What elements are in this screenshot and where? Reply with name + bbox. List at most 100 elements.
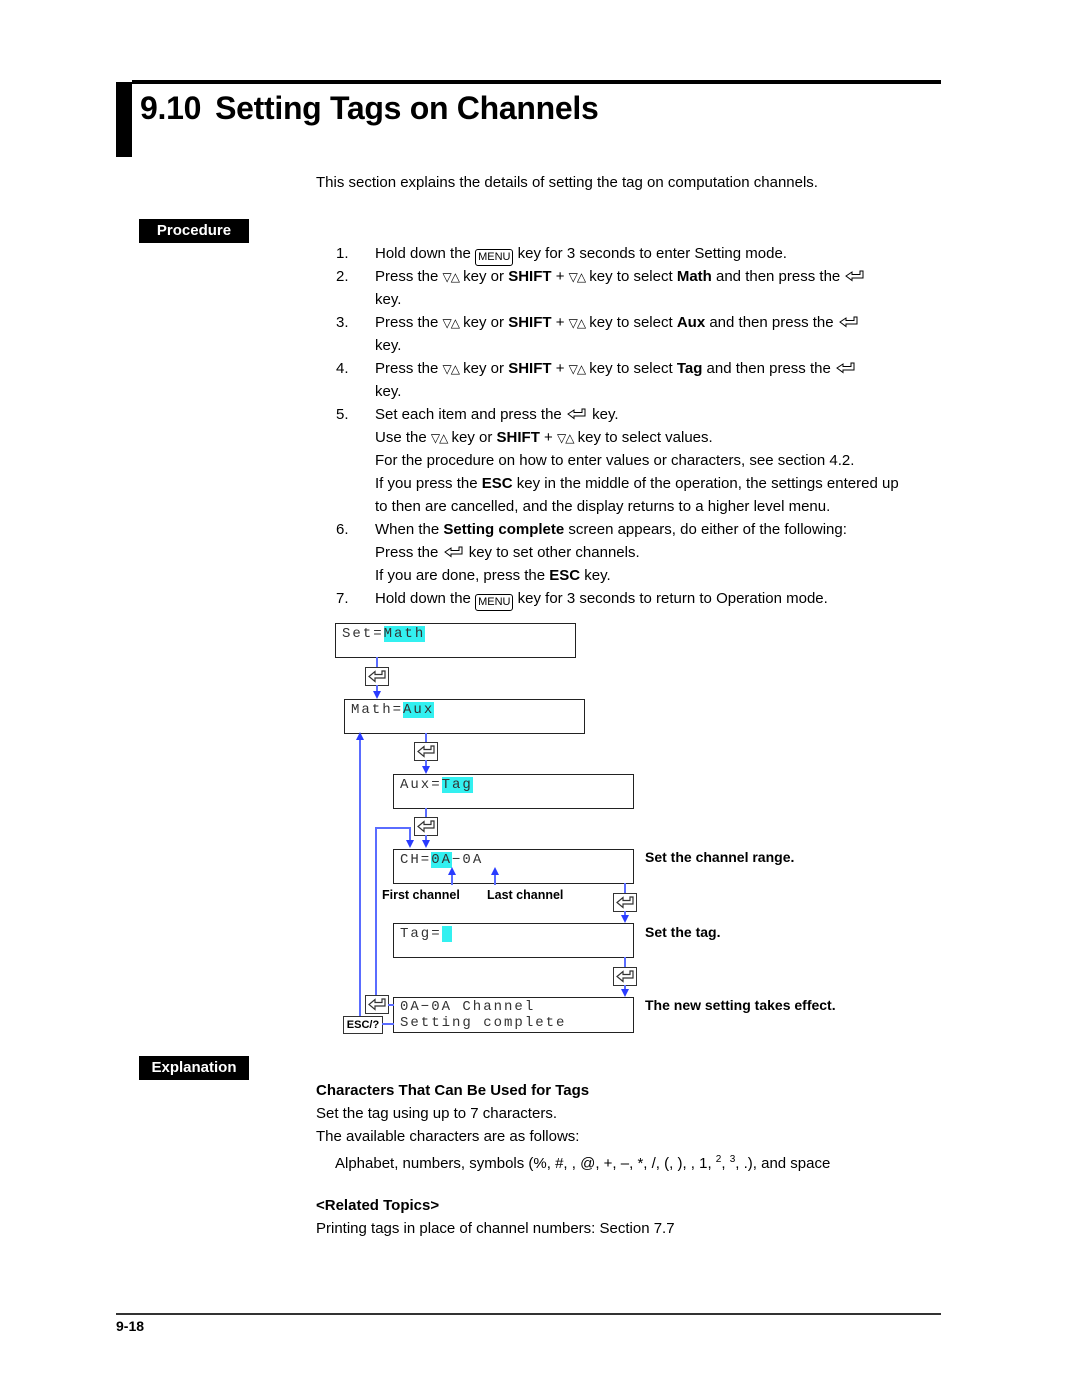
bold-term: Setting complete — [443, 521, 565, 538]
lcd-tag-cursor — [441, 926, 453, 942]
lcd-screen-set-math: Set=Math — [335, 623, 576, 658]
explanation-line-2: The available characters are as follows: — [316, 1128, 580, 1145]
arrow-up-icon — [356, 732, 364, 740]
explanation-heading: Characters That Can Be Used for Tags — [316, 1082, 590, 1099]
text: For the procedure on how to enter values… — [375, 452, 855, 469]
bold-term: SHIFT — [496, 429, 540, 446]
bold-term: SHIFT — [508, 314, 552, 331]
up-down-keys-icon: ▽△ — [442, 362, 460, 376]
bold-term: Tag — [676, 360, 703, 377]
step-text: Set each item and press the key. — [375, 405, 619, 425]
text: Press the — [375, 544, 443, 561]
text: + — [551, 268, 569, 285]
step-text: If you press the ESC key in the middle o… — [375, 474, 899, 494]
lcd-line-1: 0A−0A Channel — [400, 999, 536, 1015]
step-text: Hold down the MENU key for 3 seconds to … — [375, 244, 787, 266]
text: key or — [459, 314, 509, 331]
step-number: 1. — [336, 245, 349, 262]
related-topic-link[interactable]: Printing tags in place of channel number… — [316, 1219, 675, 1239]
arrow-up-icon — [448, 867, 456, 875]
flow-line — [425, 733, 427, 742]
lcd-prefix: CH= — [400, 852, 432, 868]
enter-key-icon — [414, 817, 438, 836]
text: key to select values. — [573, 429, 713, 446]
chars-text: , .), and space — [735, 1155, 831, 1172]
menu-key-icon: MENU — [475, 249, 514, 266]
enter-key-icon — [613, 967, 637, 986]
arrow-down-icon — [621, 989, 629, 997]
bold-term: SHIFT — [508, 360, 552, 377]
step-text: Use the ▽△ key or SHIFT + ▽△ key to sele… — [375, 428, 713, 448]
loop-line — [375, 827, 411, 829]
title-accent-bar — [116, 82, 132, 157]
text: key for 3 seconds to return to Operation… — [513, 590, 828, 607]
step-text: Press the ▽△ key or SHIFT + ▽△ key to se… — [375, 267, 866, 287]
step-text: key. — [375, 382, 401, 402]
lcd-prefix: Set= — [342, 626, 384, 642]
lcd-selected-value: Aux — [403, 702, 435, 718]
text: + — [551, 314, 569, 331]
bold-term: ESC — [481, 475, 513, 492]
text: If you are done, press the — [375, 567, 550, 584]
enter-key-icon — [838, 313, 860, 333]
step-text: Hold down the MENU key for 3 seconds to … — [375, 589, 828, 611]
text: key in the middle of the operation, the … — [512, 475, 899, 492]
up-down-keys-icon: ▽△ — [442, 316, 460, 330]
available-characters: Alphabet, numbers, symbols (%, #, , @, +… — [335, 1150, 830, 1174]
text: screen appears, do either of the followi… — [564, 521, 847, 538]
text: If you press the — [375, 475, 482, 492]
lcd-prefix: Math= — [351, 702, 404, 718]
text: and then press the — [711, 268, 845, 285]
enter-key-icon — [443, 543, 465, 563]
up-down-keys-icon: ▽△ — [556, 431, 574, 445]
enter-key-icon — [844, 267, 866, 287]
text: key for 3 seconds to enter Setting mode. — [513, 245, 787, 262]
lcd-screen-aux-tag: Aux=Tag — [393, 774, 634, 809]
lcd-screen-tag: Tag= — [393, 923, 634, 958]
enter-key-icon — [414, 742, 438, 761]
menu-key-icon: MENU — [475, 594, 514, 611]
section-title: Setting Tags on Channels — [215, 90, 599, 126]
flow-line — [382, 1023, 394, 1025]
text: key to select — [585, 360, 677, 377]
step-text: key. — [375, 290, 401, 310]
text: Hold down the — [375, 590, 476, 607]
text: + — [551, 360, 569, 377]
up-down-keys-icon: ▽△ — [430, 431, 448, 445]
text: Use the — [375, 429, 431, 446]
intro-text: This section explains the details of set… — [316, 174, 818, 191]
flow-line — [624, 883, 626, 893]
flow-line — [624, 957, 626, 967]
flow-line — [388, 1004, 394, 1006]
arrow-down-icon — [422, 840, 430, 848]
esc-return-line — [359, 737, 361, 1016]
lcd-screen-channel-range: CH=0A−0A — [393, 849, 634, 884]
bold-term: Aux — [676, 314, 706, 331]
enter-key-icon — [613, 893, 637, 912]
lcd-screen-math-aux: Math=Aux — [344, 699, 585, 734]
lcd-last-channel: −0A — [452, 852, 484, 868]
arrow-down-icon — [406, 840, 414, 848]
text: key or — [447, 429, 497, 446]
text: key. — [375, 291, 402, 308]
up-down-keys-icon: ▽△ — [568, 270, 586, 284]
arrow-down-icon — [621, 915, 629, 923]
step-text: to then are cancelled, and the display r… — [375, 497, 830, 517]
text: key. — [375, 383, 402, 400]
arrow-down-icon — [422, 766, 430, 774]
lcd-prefix: Aux= — [400, 777, 442, 793]
chars-text: , — [721, 1155, 730, 1172]
text: and then press the — [705, 314, 838, 331]
text: key or — [459, 360, 509, 377]
chars-text: Alphabet, numbers, symbols (%, #, , @, +… — [335, 1155, 716, 1172]
explanation-label: Explanation — [139, 1056, 249, 1080]
enter-key-icon — [835, 359, 857, 379]
step-text: key. — [375, 336, 401, 356]
enter-key-icon — [566, 405, 588, 425]
up-down-keys-icon: ▽△ — [442, 270, 460, 284]
step-text: Press the ▽△ key or SHIFT + ▽△ key to se… — [375, 313, 860, 333]
text: key to set other channels. — [464, 544, 640, 561]
lcd-line-2: Setting complete — [400, 1015, 567, 1031]
up-down-keys-icon: ▽△ — [568, 362, 586, 376]
text: key. — [375, 337, 402, 354]
